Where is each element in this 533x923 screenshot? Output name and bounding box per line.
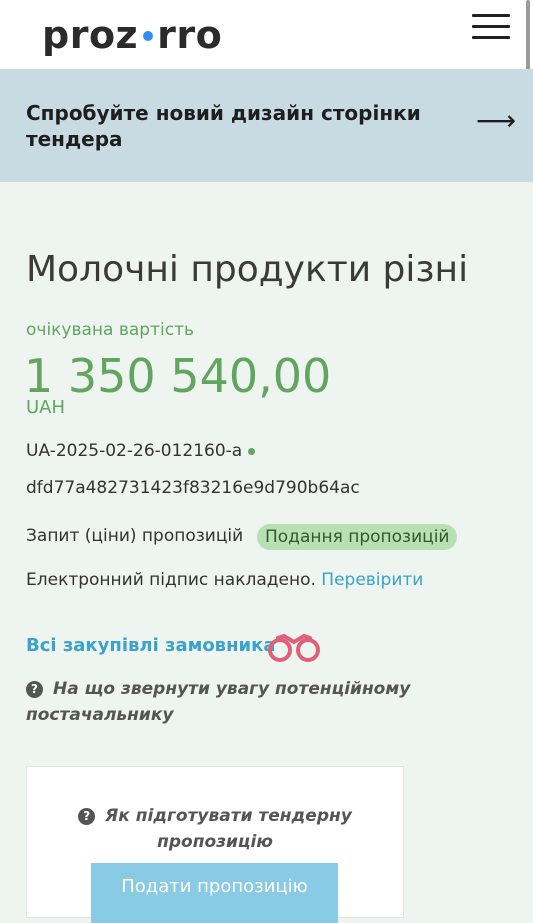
top-header: proz rro <box>0 0 533 69</box>
tender-hash: dfd77a482731423f83216e9d790b64ac <box>26 478 360 498</box>
attention-text: На що звернути увагу потенційному постач… <box>26 679 411 725</box>
expected-value-label: очікувана вартість <box>26 320 194 340</box>
procedure-type: Запит (ціни) пропозицій <box>26 526 244 546</box>
question-circle-icon: ? <box>78 808 96 825</box>
proposal-card: ? Як підготувати тендерну пропозицію Пода… <box>26 766 404 923</box>
hamburger-menu-icon[interactable] <box>472 14 510 42</box>
logo-text-left: proz <box>42 13 139 57</box>
signature-text: Електронний підпис накладено. <box>26 570 316 590</box>
arrow-right-icon[interactable]: ⟶ <box>476 106 516 136</box>
tender-id: UA-2025-02-26-012160-a <box>26 441 243 461</box>
how-to-text: Як підготувати тендерну пропозицію <box>105 806 352 852</box>
currency-label: UAH <box>26 397 66 418</box>
banner-text: Спробуйте новий дизайн сторінки тендера <box>26 101 421 151</box>
tender-title: Молочні продукти різні <box>26 249 469 290</box>
all-purchases-link[interactable]: Всі закупівлі замовника <box>26 635 276 656</box>
new-design-banner[interactable]: Спробуйте новий дизайн сторінки тендера … <box>0 69 533 182</box>
how-to-prepare-link[interactable]: ? Як підготувати тендерну пропозицію <box>47 803 383 855</box>
prozorro-logo[interactable]: proz rro <box>42 13 222 57</box>
binoculars-icon[interactable] <box>268 632 320 662</box>
verify-signature-link[interactable]: Перевірити <box>321 570 423 590</box>
status-dot-icon <box>248 447 256 455</box>
supplier-attention-link[interactable]: ? На що звернути увагу потенційному поста… <box>26 676 446 728</box>
status-badge: Подання пропозицій <box>257 524 458 550</box>
logo-text-right: rro <box>157 13 223 57</box>
signature-row: Електронний підпис накладено. Перевірити <box>26 570 423 590</box>
expected-amount: 1 350 540,00 <box>24 349 332 403</box>
question-circle-icon: ? <box>26 681 43 698</box>
submit-proposal-button[interactable]: Подати пропозицію <box>91 863 338 923</box>
tender-id-row: UA-2025-02-26-012160-a <box>26 441 256 461</box>
logo-dot <box>143 30 154 41</box>
